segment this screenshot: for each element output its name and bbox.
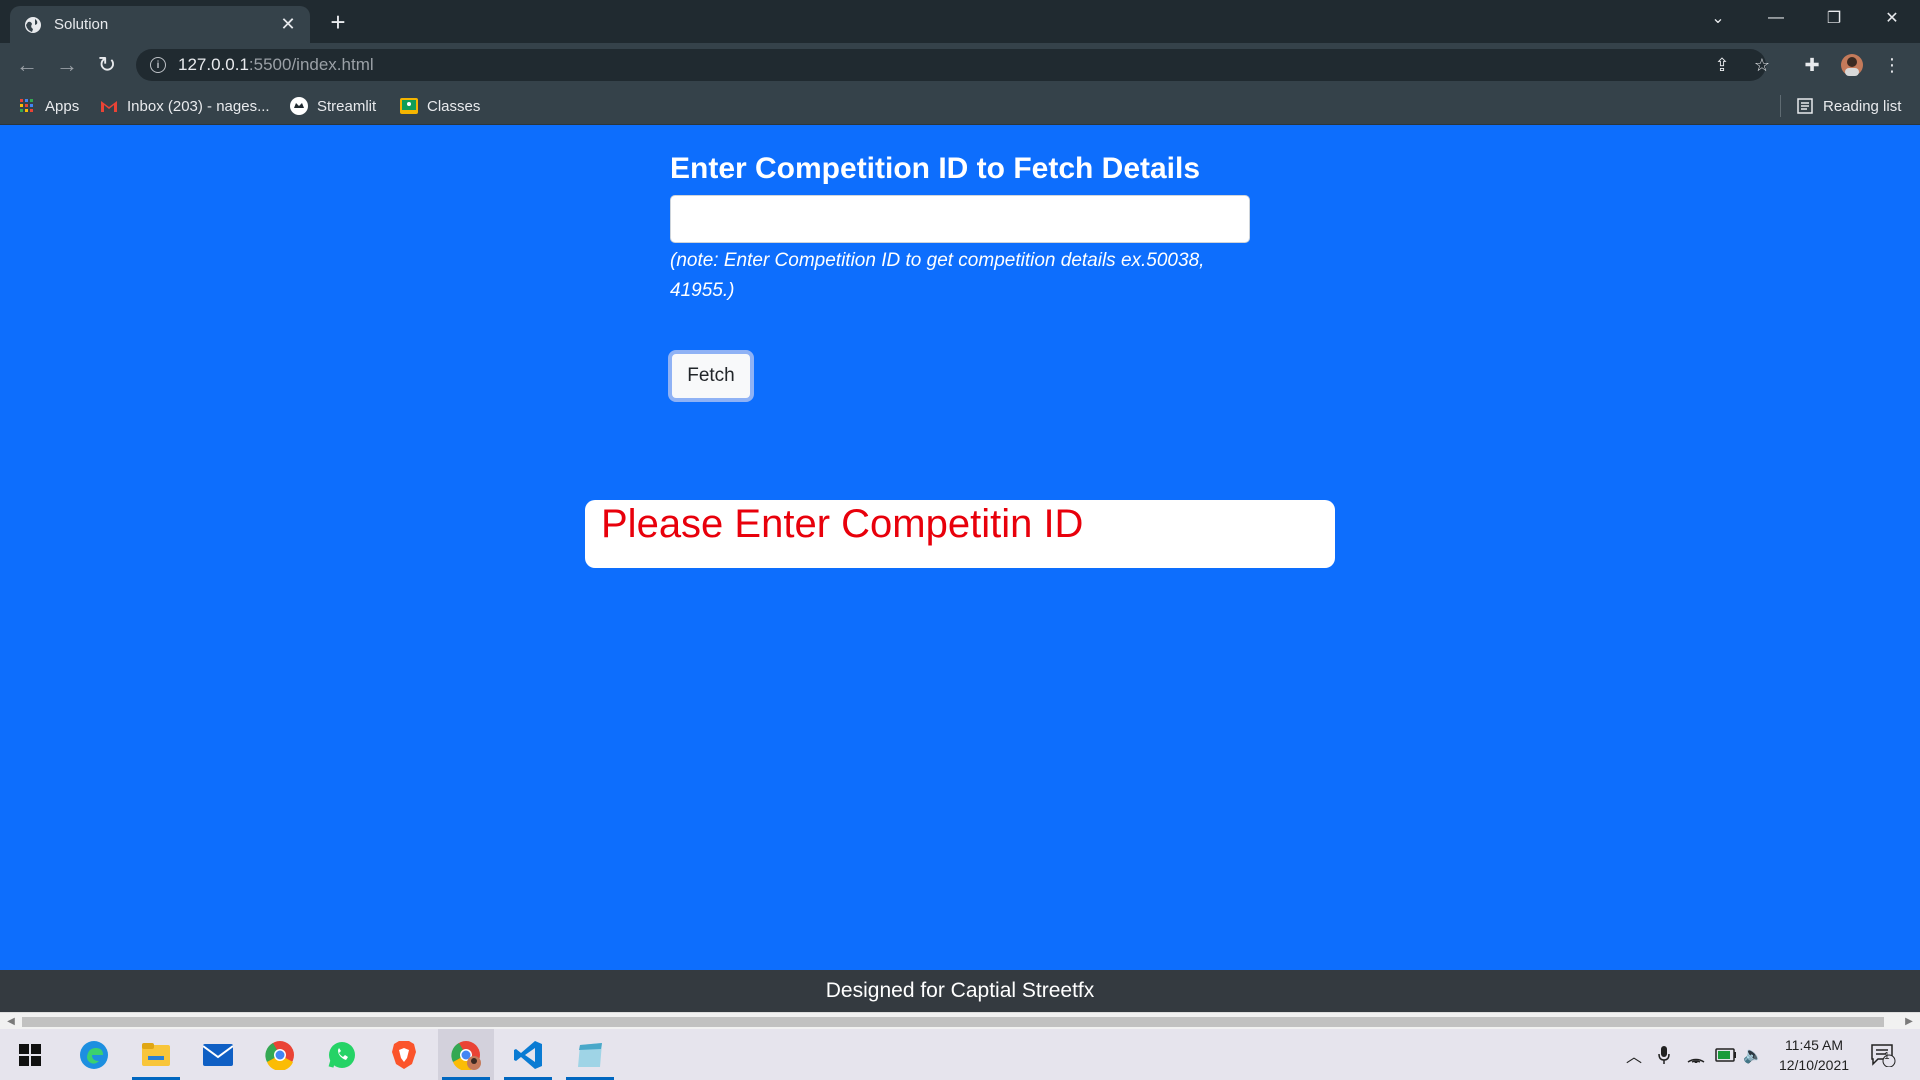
bookmark-label: Streamlit bbox=[317, 97, 377, 115]
notepad-icon[interactable] bbox=[562, 1029, 618, 1080]
bookmark-streamlit[interactable]: Streamlit bbox=[290, 95, 376, 117]
scrollbar-thumb[interactable] bbox=[22, 1017, 1884, 1027]
chrome-profile-icon[interactable] bbox=[438, 1029, 494, 1080]
fetch-button[interactable]: Fetch bbox=[668, 350, 754, 402]
scroll-right-icon[interactable]: ▶ bbox=[1902, 1014, 1916, 1028]
page-footer: Designed for Captial Streetfx bbox=[0, 970, 1920, 1012]
tab-strip: Solution ✕ + ⌄ — ❐ ✕ bbox=[0, 0, 1920, 43]
system-clock[interactable]: 11:45 AM 12/10/2021 bbox=[1766, 1035, 1862, 1075]
share-icon[interactable]: ⇪ bbox=[1708, 51, 1736, 79]
browser-toolbar: ← → ↻ i 127.0.0.1:5500/index.html ⇪ ☆ ✚ … bbox=[0, 43, 1920, 87]
new-tab-button[interactable]: + bbox=[324, 7, 352, 37]
page-content: Enter Competition ID to Fetch Details (n… bbox=[0, 126, 1920, 970]
brave-icon[interactable] bbox=[376, 1029, 432, 1080]
input-note: (note: Enter Competition ID to get compe… bbox=[670, 250, 1205, 301]
menu-kebab-icon[interactable]: ⋮ bbox=[1878, 51, 1906, 79]
back-icon[interactable]: ← bbox=[13, 51, 41, 79]
bookmark-classes[interactable]: Classes bbox=[400, 95, 480, 117]
classroom-icon bbox=[400, 97, 418, 115]
microphone-icon[interactable] bbox=[1652, 1043, 1676, 1067]
extensions-icon[interactable]: ✚ bbox=[1798, 51, 1826, 79]
browser-tab[interactable]: Solution ✕ bbox=[10, 6, 310, 43]
bookmark-label: Classes bbox=[427, 97, 481, 115]
bookmark-apps[interactable]: Apps bbox=[18, 95, 79, 117]
error-message: Please Enter Competitin ID bbox=[601, 502, 1084, 546]
show-hidden-icons-icon[interactable]: ︿ bbox=[1622, 1043, 1646, 1067]
page-heading: Enter Competition ID to Fetch Details bbox=[670, 152, 1201, 185]
reading-list-label: Reading list bbox=[1823, 97, 1902, 115]
forward-icon[interactable]: → bbox=[53, 51, 81, 79]
windows-start-icon[interactable] bbox=[2, 1029, 58, 1080]
apps-grid-icon bbox=[18, 97, 36, 115]
horizontal-scrollbar[interactable]: ◀ ▶ bbox=[0, 1012, 1920, 1029]
notifications-icon[interactable]: 1 bbox=[1868, 1043, 1898, 1067]
bookmarks-divider bbox=[1780, 95, 1781, 117]
chrome-icon[interactable] bbox=[252, 1029, 308, 1080]
gmail-icon bbox=[100, 97, 118, 115]
bookmark-label: Apps bbox=[45, 97, 80, 115]
mail-icon[interactable] bbox=[190, 1029, 246, 1080]
whatsapp-icon[interactable] bbox=[314, 1029, 370, 1080]
address-bar[interactable]: i 127.0.0.1:5500/index.html bbox=[136, 49, 1766, 81]
minimize-icon[interactable]: — bbox=[1748, 0, 1804, 36]
tab-title: Solution bbox=[54, 16, 109, 33]
vscode-icon[interactable] bbox=[500, 1029, 556, 1080]
close-window-icon[interactable]: ✕ bbox=[1864, 0, 1920, 36]
streamlit-icon bbox=[290, 97, 308, 115]
clock-time: 11:45 AM bbox=[1784, 1037, 1844, 1053]
bookmark-label: Inbox (203) - nages... bbox=[127, 97, 270, 115]
restore-icon[interactable]: ❐ bbox=[1806, 0, 1862, 36]
volume-icon[interactable]: 🔈 bbox=[1742, 1043, 1764, 1067]
info-icon[interactable]: i bbox=[150, 57, 166, 73]
tab-search-icon[interactable]: ⌄ bbox=[1690, 0, 1746, 36]
edge-icon[interactable] bbox=[66, 1029, 122, 1080]
close-tab-icon[interactable]: ✕ bbox=[278, 14, 298, 35]
windows-taskbar: ︿ 🔈 11:45 AM 12/10/2021 1 bbox=[0, 1029, 1920, 1080]
reading-list-icon bbox=[1796, 97, 1814, 115]
url-path: :5500/index.html bbox=[248, 55, 374, 74]
error-message-box: Please Enter Competitin ID bbox=[585, 500, 1335, 568]
bookmark-inbox[interactable]: Inbox (203) - nages... bbox=[100, 95, 270, 117]
url-host: 127.0.0.1 bbox=[178, 55, 249, 74]
competition-id-input[interactable] bbox=[670, 195, 1250, 243]
profile-avatar[interactable] bbox=[1838, 51, 1866, 79]
wifi-icon[interactable] bbox=[1684, 1043, 1708, 1067]
globe-icon bbox=[24, 16, 42, 34]
bookmark-star-icon[interactable]: ☆ bbox=[1748, 51, 1776, 79]
notification-count: 1 bbox=[1884, 1051, 1890, 1062]
scroll-left-icon[interactable]: ◀ bbox=[4, 1014, 18, 1028]
file-explorer-icon[interactable] bbox=[128, 1029, 184, 1080]
battery-icon[interactable] bbox=[1714, 1043, 1738, 1067]
reload-icon[interactable]: ↻ bbox=[93, 51, 121, 79]
clock-date: 12/10/2021 bbox=[1778, 1057, 1850, 1073]
bookmarks-bar: Apps Inbox (203) - nages... Streamlit Cl… bbox=[0, 87, 1920, 125]
reading-list-button[interactable]: Reading list bbox=[1796, 95, 1901, 117]
